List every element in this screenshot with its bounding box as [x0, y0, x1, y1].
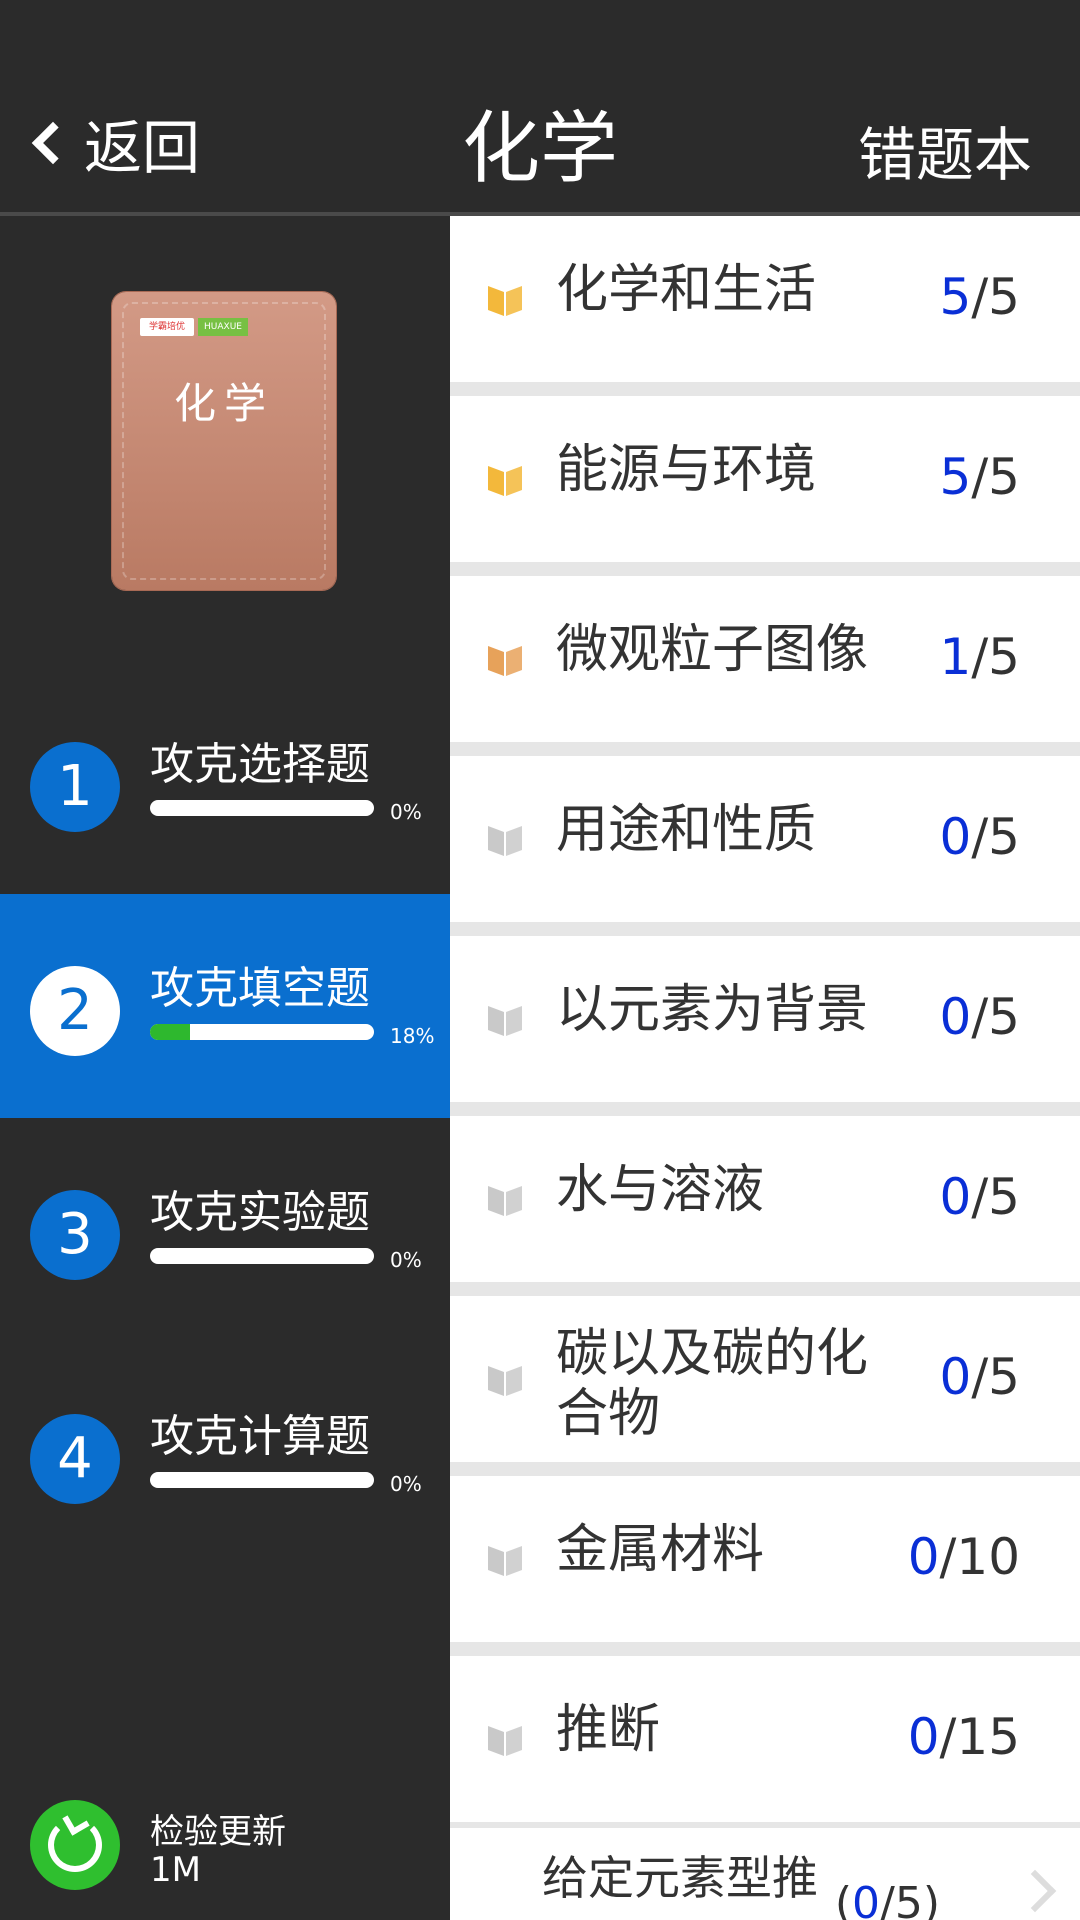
topic-row[interactable]: 能源与环境 5/5 [450, 396, 1080, 562]
progress-bar [150, 800, 374, 816]
topic-row[interactable]: 化学和生活 5/5 [450, 216, 1080, 382]
topic-score: 0/5 [939, 1168, 1020, 1226]
book-logo-badge: HUAXUE [198, 318, 248, 336]
book-icon [488, 1546, 522, 1576]
book-cover: 学霸培优 HUAXUE 化学 [112, 292, 336, 590]
book-icon [488, 826, 522, 856]
mode-number: 2 [30, 966, 120, 1056]
book-icon [488, 1186, 522, 1216]
topic-score: 5/5 [939, 268, 1020, 326]
progress-bar [150, 1472, 374, 1488]
book-icon [488, 1006, 522, 1036]
topic-score: 5/5 [939, 448, 1020, 506]
topic-list: 化学和生活 5/5 能源与环境 5/5 微观粒子图像 1/5 用途和性质 0/5… [450, 216, 1080, 1920]
topic-label: 微观粒子图像 [556, 620, 869, 680]
top-bar: 返回 化学 错题本 [0, 0, 1080, 216]
progress-fill [150, 1024, 191, 1040]
topic-row[interactable]: 碳以及碳的化合物 0/5 [450, 1296, 1080, 1462]
mode-label: 攻克选择题 [150, 739, 370, 790]
topic-label: 水与溶液 [556, 1160, 765, 1220]
topic-label: 能源与环境 [556, 440, 817, 500]
mode-item-fill-blank[interactable]: 2 攻克填空题 18% [0, 894, 450, 1118]
mode-label: 攻克计算题 [150, 1411, 370, 1462]
subtopic-label: 给定元素型推 [542, 1851, 818, 1905]
update-label: 检验更新 [150, 1812, 286, 1852]
topic-score: 0/10 [907, 1528, 1020, 1586]
progress-percent: 0% [390, 1472, 422, 1496]
check-update-button[interactable]: 检验更新 1M [30, 1800, 450, 1900]
mode-item-experiment[interactable]: 3 攻克实验题 0% [0, 1118, 450, 1342]
update-size: 1M [150, 1850, 201, 1890]
progress-bar [150, 1024, 374, 1040]
book-icon [488, 1726, 522, 1756]
mode-label: 攻克实验题 [150, 1187, 370, 1238]
progress-bar [150, 1248, 374, 1264]
topic-label: 用途和性质 [556, 800, 817, 860]
book-icon [488, 466, 522, 496]
mode-number: 3 [30, 1190, 120, 1280]
topic-score: 0/5 [939, 1348, 1020, 1406]
book-cover-title: 化学 [173, 379, 274, 428]
topic-row[interactable]: 以元素为背景 0/5 [450, 936, 1080, 1102]
topic-label: 化学和生活 [556, 260, 817, 320]
subtopic-row[interactable]: 给定元素型推 (0/5) [450, 1828, 1080, 1920]
book-icon [488, 286, 522, 316]
topic-score: 0/15 [907, 1708, 1020, 1766]
progress-percent: 0% [390, 800, 422, 824]
book-icon [488, 646, 522, 676]
chevron-right-icon [1013, 1869, 1057, 1913]
mode-item-choice[interactable]: 1 攻克选择题 0% [0, 670, 450, 894]
topic-score: 0/5 [939, 988, 1020, 1046]
topic-row[interactable]: 用途和性质 0/5 [450, 756, 1080, 922]
mode-number: 4 [30, 1414, 120, 1504]
topic-label: 推断 [556, 1700, 661, 1760]
topic-score: 1/5 [939, 628, 1020, 686]
wrong-book-button[interactable]: 错题本 [858, 108, 1032, 192]
topic-score: 0/5 [939, 808, 1020, 866]
subtopic-score: (0/5) [834, 1878, 940, 1920]
topic-row[interactable]: 微观粒子图像 1/5 [450, 576, 1080, 742]
mode-number: 1 [30, 742, 120, 832]
mode-label: 攻克填空题 [150, 963, 370, 1014]
topic-row[interactable]: 金属材料 0/10 [450, 1476, 1080, 1642]
book-icon [488, 1366, 522, 1396]
topic-label: 碳以及碳的化合物 [556, 1324, 869, 1444]
topic-label: 以元素为背景 [556, 980, 869, 1040]
mode-item-calculation[interactable]: 4 攻克计算题 0% [0, 1342, 450, 1566]
refresh-icon [30, 1800, 120, 1890]
progress-percent: 0% [390, 1248, 422, 1272]
book-logo: 学霸培优 [140, 318, 194, 336]
progress-percent: 18% [390, 1024, 435, 1048]
topic-label: 金属材料 [556, 1520, 765, 1580]
topic-row[interactable]: 水与溶液 0/5 [450, 1116, 1080, 1282]
topic-row[interactable]: 推断 0/15 [450, 1656, 1080, 1822]
book-border [122, 302, 326, 580]
